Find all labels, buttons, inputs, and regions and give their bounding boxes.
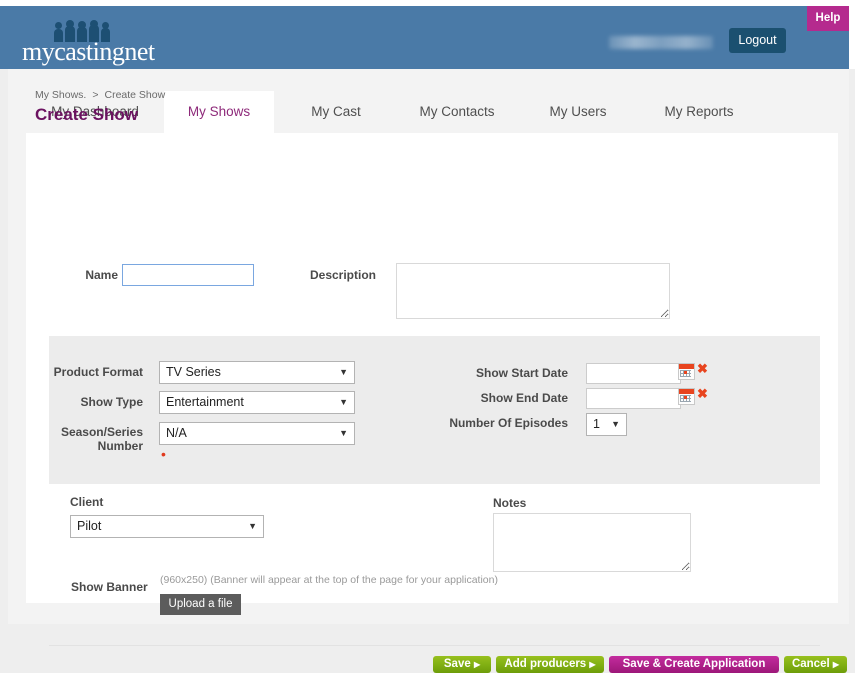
- show-type-select[interactable]: Entertainment ▼: [159, 391, 355, 414]
- name-label: Name: [85, 268, 118, 282]
- season-number-select[interactable]: N/A ▼: [159, 422, 355, 445]
- show-start-date-input[interactable]: [586, 363, 681, 384]
- product-format-select[interactable]: TV Series ▼: [159, 361, 355, 384]
- season-number-label-line2: Number: [97, 439, 143, 453]
- season-number-label-line1: Season/Series: [60, 425, 143, 439]
- tab-my-shows[interactable]: My Shows: [164, 91, 274, 133]
- season-number-value: N/A: [166, 426, 187, 440]
- arrow-right-icon: ▶: [473, 660, 481, 669]
- save-button-label: Save: [443, 658, 471, 670]
- header-bar: mycastingnet Logout Help: [0, 6, 849, 69]
- show-banner-label: Show Banner: [71, 580, 148, 594]
- notes-label: Notes: [493, 496, 527, 510]
- product-format-label: Product Format: [53, 365, 143, 379]
- app-logo[interactable]: mycastingnet: [22, 20, 162, 66]
- show-end-date-input[interactable]: [586, 388, 681, 409]
- client-label: Client: [70, 495, 104, 509]
- client-select[interactable]: Pilot ▼: [70, 515, 264, 538]
- description-textarea[interactable]: [396, 263, 670, 319]
- logout-button[interactable]: Logout: [729, 28, 786, 53]
- add-producers-button-label: Add producers: [504, 658, 587, 670]
- tab-my-reports[interactable]: My Reports: [640, 91, 758, 133]
- save-and-create-application-button[interactable]: Save & Create Application: [609, 656, 779, 673]
- username-label: [609, 36, 713, 49]
- footer-divider: [49, 645, 820, 646]
- name-input[interactable]: [122, 264, 254, 286]
- arrow-right-icon: ▶: [589, 660, 596, 669]
- add-producers-button[interactable]: Add producers ▶: [496, 656, 604, 673]
- tab-my-cast[interactable]: My Cast: [288, 91, 384, 133]
- chevron-down-icon: ▼: [611, 419, 620, 429]
- show-end-date-label: Show End Date: [480, 391, 568, 405]
- notes-textarea[interactable]: [493, 513, 691, 572]
- breadcrumb-separator: >: [92, 89, 99, 101]
- chevron-down-icon: ▼: [339, 367, 348, 377]
- calendar-icon[interactable]: [678, 388, 695, 405]
- season-number-required-marker: •: [161, 446, 166, 462]
- tab-my-users[interactable]: My Users: [526, 91, 630, 133]
- breadcrumb-current: Create Show: [104, 89, 166, 101]
- clear-end-date-icon[interactable]: ✖: [697, 387, 708, 400]
- chevron-down-icon: ▼: [339, 397, 348, 407]
- description-label: Description: [309, 268, 376, 282]
- upload-a-file-button[interactable]: Upload a file: [160, 594, 241, 615]
- breadcrumb: My Shows. > Create Show: [35, 89, 165, 101]
- page-panel: My Dashboard My Shows My Cast My Contact…: [8, 69, 849, 673]
- app-header: mycastingnet Logout Help: [0, 0, 855, 69]
- show-banner-help-text: (960x250) (Banner will appear at the top…: [160, 574, 498, 586]
- calendar-icon[interactable]: [678, 363, 695, 380]
- cancel-button-label: Cancel: [791, 658, 830, 670]
- logo-wordmark: mycastingnet: [22, 37, 155, 66]
- chevron-down-icon: ▼: [248, 521, 257, 531]
- breadcrumb-parent-link[interactable]: My Shows.: [35, 89, 86, 101]
- page-title: Create Show: [35, 105, 138, 124]
- clear-start-date-icon[interactable]: ✖: [697, 362, 708, 375]
- number-of-episodes-value: 1: [593, 417, 600, 431]
- number-of-episodes-select[interactable]: 1 ▼: [586, 413, 627, 436]
- save-button[interactable]: Save ▶: [433, 656, 491, 673]
- tab-my-contacts[interactable]: My Contacts: [398, 91, 516, 133]
- client-value: Pilot: [77, 519, 102, 533]
- save-and-create-application-label: Save & Create Application: [622, 658, 766, 670]
- show-type-value: Entertainment: [166, 395, 244, 409]
- number-of-episodes-label: Number Of Episodes: [449, 416, 568, 430]
- show-type-label: Show Type: [80, 395, 143, 409]
- show-start-date-label: Show Start Date: [475, 366, 568, 380]
- product-format-value: TV Series: [166, 365, 221, 379]
- help-button[interactable]: Help: [807, 6, 849, 31]
- arrow-right-icon: ▶: [832, 660, 840, 669]
- cancel-button[interactable]: Cancel ▶: [784, 656, 847, 673]
- chevron-down-icon: ▼: [339, 428, 348, 438]
